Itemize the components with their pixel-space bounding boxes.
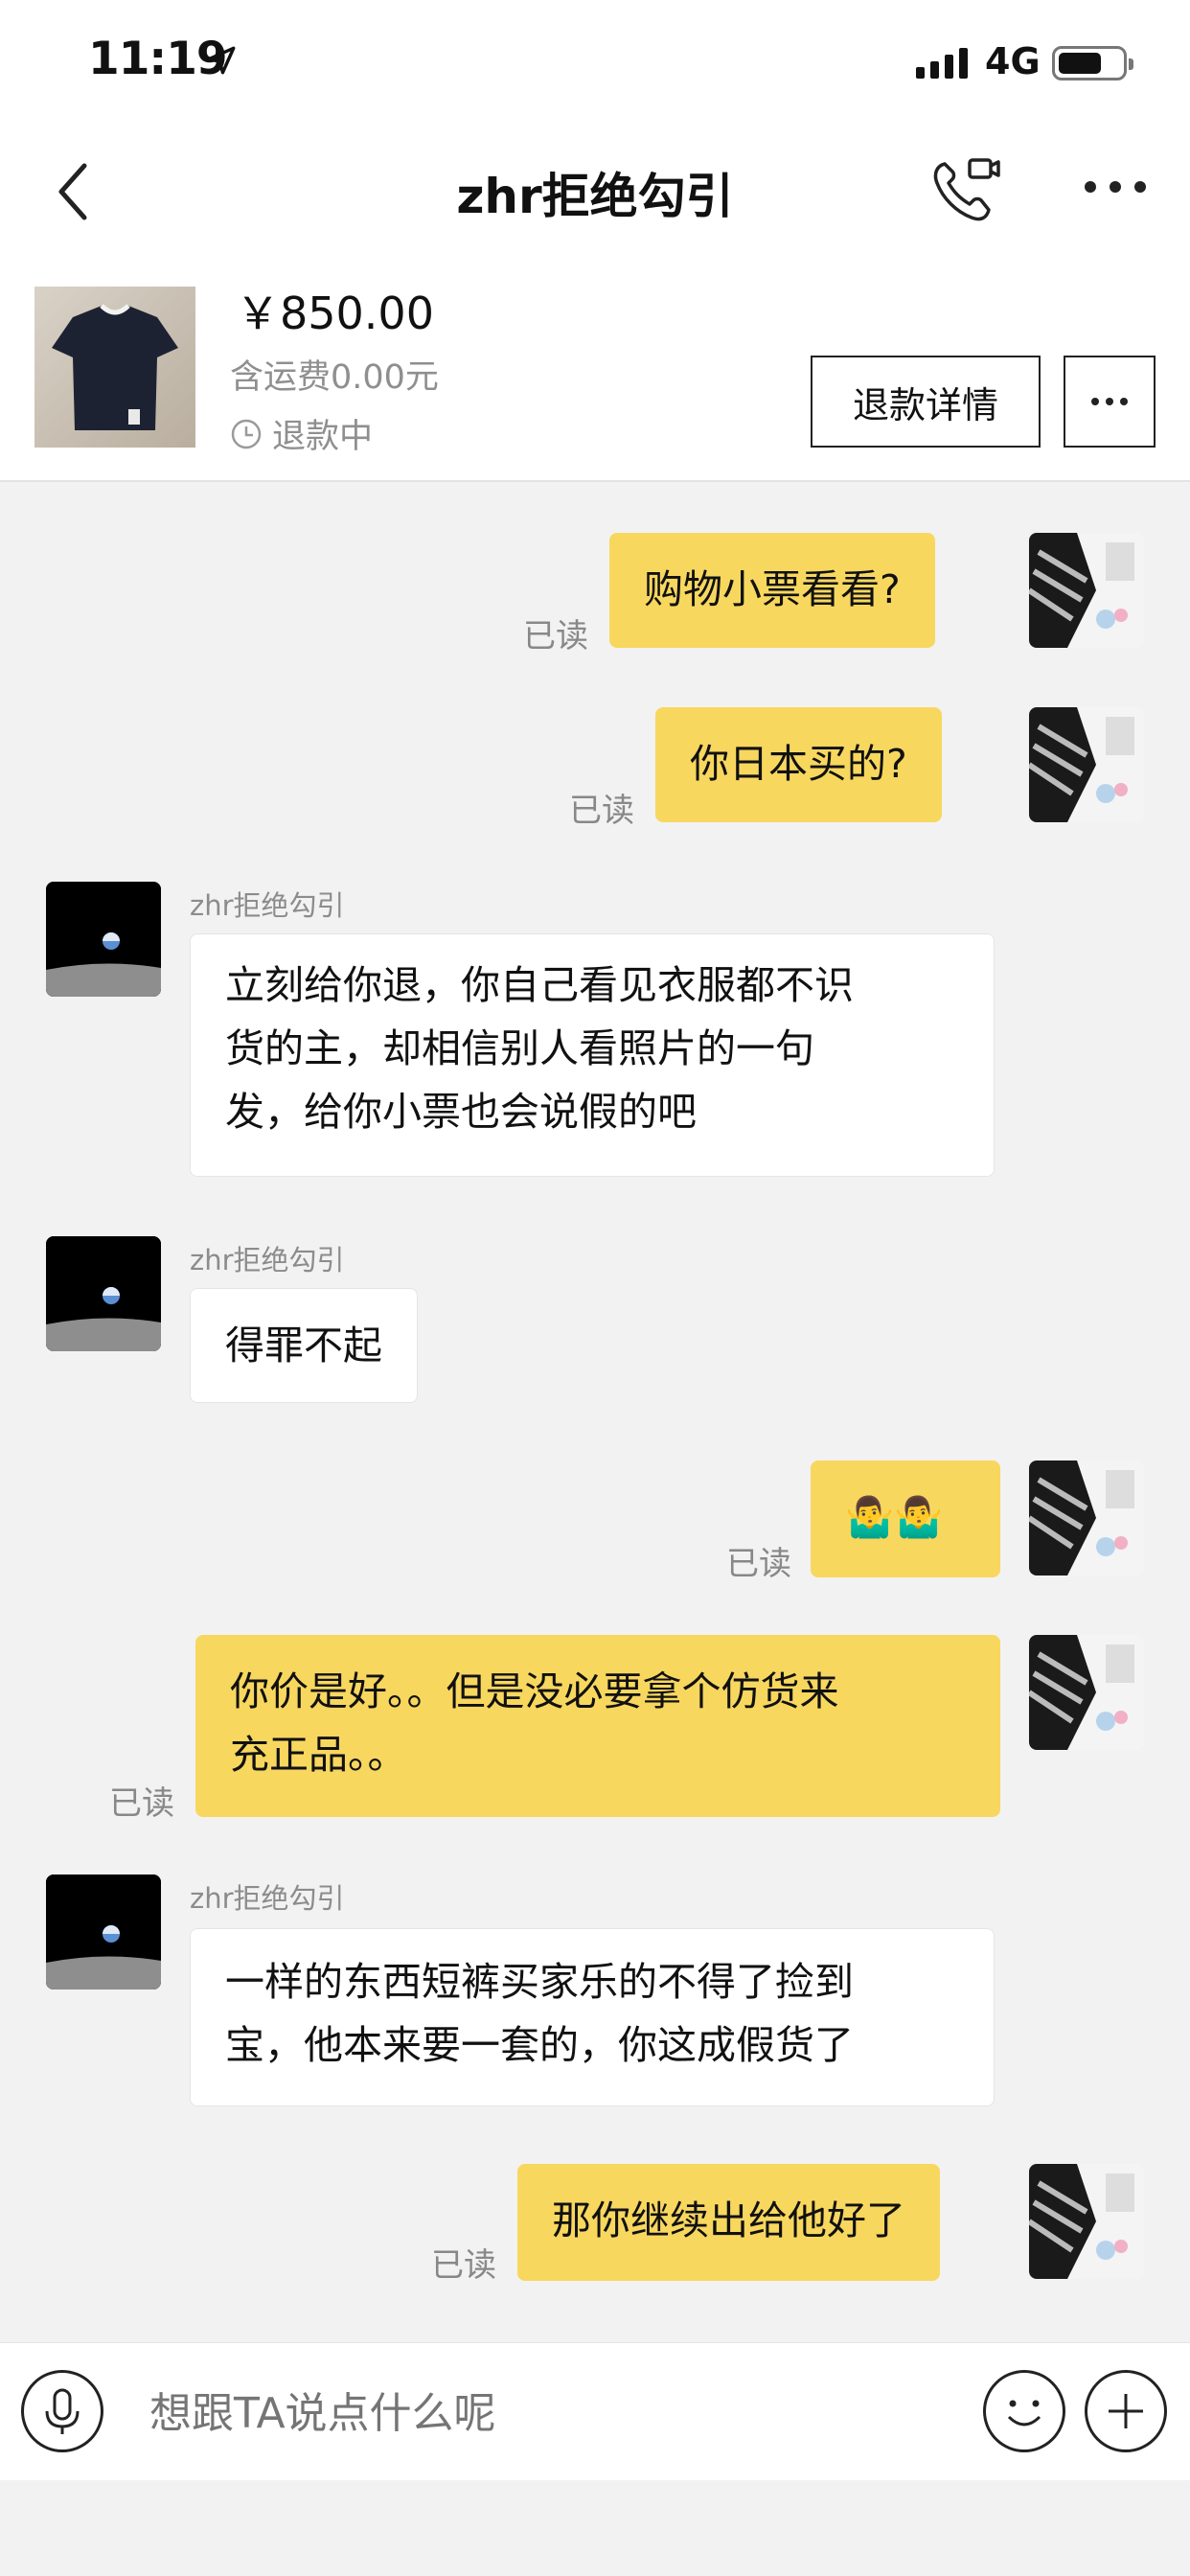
my-avatar[interactable] — [1029, 1635, 1144, 1750]
contact-avatar[interactable] — [46, 1874, 161, 1990]
sender-name: zhr拒绝勾引 — [190, 889, 345, 922]
message-line: 货的主，却相信别人看照片的一句 — [225, 1025, 814, 1071]
microphone-icon[interactable] — [21, 2370, 103, 2452]
product-price: ￥850.00 — [236, 288, 434, 339]
message-line: 发，给你小票也会说假的吧 — [225, 1089, 697, 1135]
status-bar: 11:19 4G — [0, 0, 1190, 129]
read-receipt: 已读 — [431, 2246, 496, 2285]
refund-status-label: 退款中 — [272, 418, 374, 456]
message-bubble-incoming[interactable]: 一样的东西短裤买家乐的不得了捡到 宝，他本来要一套的，你这成假货了 — [190, 1928, 995, 2106]
message-line: 立刻给你退，你自己看见衣服都不识 — [225, 962, 854, 1008]
chat-header: zhr拒绝勾引 — [0, 129, 1190, 254]
message-bubble-outgoing[interactable]: 购物小票看看? — [609, 533, 935, 648]
message-line: 充正品。。 — [230, 1732, 407, 1778]
message-line: 宝，他本来要一套的，你这成假货了 — [225, 2022, 854, 2068]
contact-avatar[interactable] — [46, 1236, 161, 1351]
refund-status: 退款中 — [230, 409, 373, 458]
clock-icon — [231, 419, 262, 448]
read-receipt: 已读 — [523, 617, 588, 656]
message-bubble-incoming[interactable]: 立刻给你退，你自己看见衣服都不识 货的主，却相信别人看照片的一句 发，给你小票也… — [190, 933, 995, 1177]
network-type: 4G — [985, 40, 1041, 82]
location-arrow-icon — [207, 46, 236, 75]
message-bubble-outgoing[interactable]: 你价是好。。但是没必要拿个仿货来 充正品。。 — [195, 1635, 1000, 1817]
battery-icon — [1052, 46, 1133, 80]
read-receipt: 已读 — [109, 1784, 174, 1823]
emoji-icon[interactable] — [983, 2370, 1065, 2452]
my-avatar[interactable] — [1029, 707, 1144, 822]
plus-icon[interactable] — [1085, 2370, 1167, 2452]
sender-name: zhr拒绝勾引 — [190, 1244, 345, 1276]
my-avatar[interactable] — [1029, 1460, 1144, 1576]
message-input[interactable] — [149, 2380, 935, 2447]
sender-name: zhr拒绝勾引 — [190, 1882, 345, 1915]
message-bubble-incoming[interactable]: 得罪不起 — [190, 1288, 418, 1403]
product-more-button[interactable] — [1064, 356, 1156, 448]
read-receipt: 已读 — [726, 1545, 791, 1583]
refund-details-button[interactable]: 退款详情 — [811, 356, 1041, 448]
signal-icon — [916, 46, 968, 79]
message-bubble-outgoing[interactable]: 那你继续出给他好了 — [517, 2164, 940, 2281]
message-bubble-outgoing[interactable]: 🤷‍♂️🤷‍♂️ — [811, 1460, 1000, 1577]
message-line: 一样的东西短裤买家乐的不得了捡到 — [225, 1959, 854, 2005]
my-avatar[interactable] — [1029, 2164, 1144, 2279]
chat-title: zhr拒绝勾引 — [456, 169, 734, 224]
tshirt-thumbnail[interactable] — [34, 287, 195, 448]
message-input-bar — [0, 2342, 1190, 2480]
product-card: ￥850.00 含运费0.00元 退款中 退款详情 — [0, 254, 1190, 482]
home-indicator-area — [0, 2480, 1190, 2576]
more-icon[interactable] — [1081, 168, 1150, 206]
message-bubble-outgoing[interactable]: 你日本买的? — [655, 707, 942, 822]
video-call-icon[interactable] — [927, 150, 1004, 227]
my-avatar[interactable] — [1029, 533, 1144, 648]
contact-avatar[interactable] — [46, 882, 161, 997]
message-line: 你价是好。。但是没必要拿个仿货来 — [230, 1668, 839, 1714]
shipping-fee: 含运费0.00元 — [230, 358, 439, 397]
read-receipt: 已读 — [569, 792, 634, 830]
